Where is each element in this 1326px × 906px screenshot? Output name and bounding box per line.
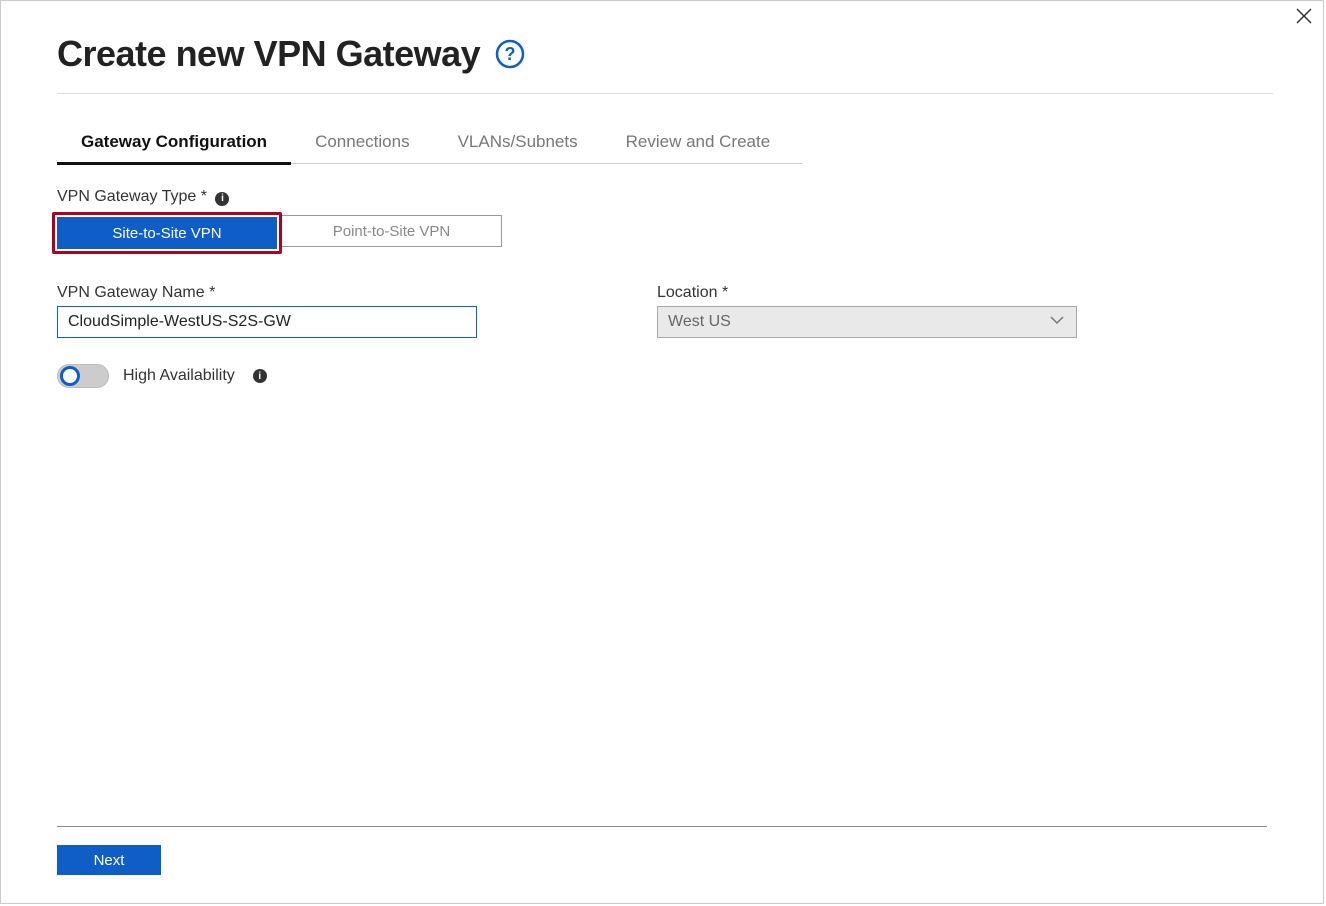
tab-connections[interactable]: Connections <box>291 122 434 165</box>
divider <box>57 826 1267 827</box>
tabs: Gateway Configuration Connections VLANs/… <box>57 122 802 164</box>
page-title: Create new VPN Gateway <box>57 33 480 75</box>
tab-vlans-subnets[interactable]: VLANs/Subnets <box>434 122 602 165</box>
svg-text:?: ? <box>505 44 516 64</box>
required-star: * <box>722 284 728 301</box>
chevron-down-icon <box>1048 311 1066 334</box>
next-button[interactable]: Next <box>57 845 161 875</box>
help-circle-icon[interactable]: ? <box>494 38 526 70</box>
modal-panel: Create new VPN Gateway ? Gateway Configu… <box>0 0 1324 904</box>
location-label: Location * <box>657 284 1077 302</box>
toggle-knob <box>60 366 80 386</box>
high-availability-label: High Availability <box>123 367 235 385</box>
info-icon[interactable]: i <box>253 369 267 383</box>
site-to-site-vpn-button[interactable]: Site-to-Site VPN <box>57 217 277 249</box>
vpn-gateway-type-label-text: VPN Gateway Type <box>57 188 196 205</box>
vpn-gateway-type-label: VPN Gateway Type * i <box>57 188 1267 206</box>
footer: Next <box>57 826 1267 875</box>
location-label-text: Location <box>657 284 718 301</box>
location-value: West US <box>668 313 731 331</box>
divider <box>57 93 1273 94</box>
tab-gateway-configuration[interactable]: Gateway Configuration <box>57 122 291 165</box>
required-star: * <box>201 188 207 205</box>
vpn-gateway-name-input[interactable] <box>57 306 477 338</box>
highlight-box: Site-to-Site VPN <box>52 212 282 254</box>
close-icon[interactable] <box>1295 7 1313 29</box>
vpn-gateway-type-segment: Site-to-Site VPN Point-to-Site VPN <box>57 210 1267 254</box>
info-icon[interactable]: i <box>215 192 229 206</box>
point-to-site-vpn-button[interactable]: Point-to-Site VPN <box>282 215 502 247</box>
vpn-gateway-name-label-text: VPN Gateway Name <box>57 284 205 301</box>
high-availability-toggle[interactable] <box>57 364 109 388</box>
required-star: * <box>209 284 215 301</box>
location-select[interactable]: West US <box>657 306 1077 338</box>
vpn-gateway-name-label: VPN Gateway Name * <box>57 284 477 302</box>
tab-review-and-create[interactable]: Review and Create <box>602 122 795 165</box>
